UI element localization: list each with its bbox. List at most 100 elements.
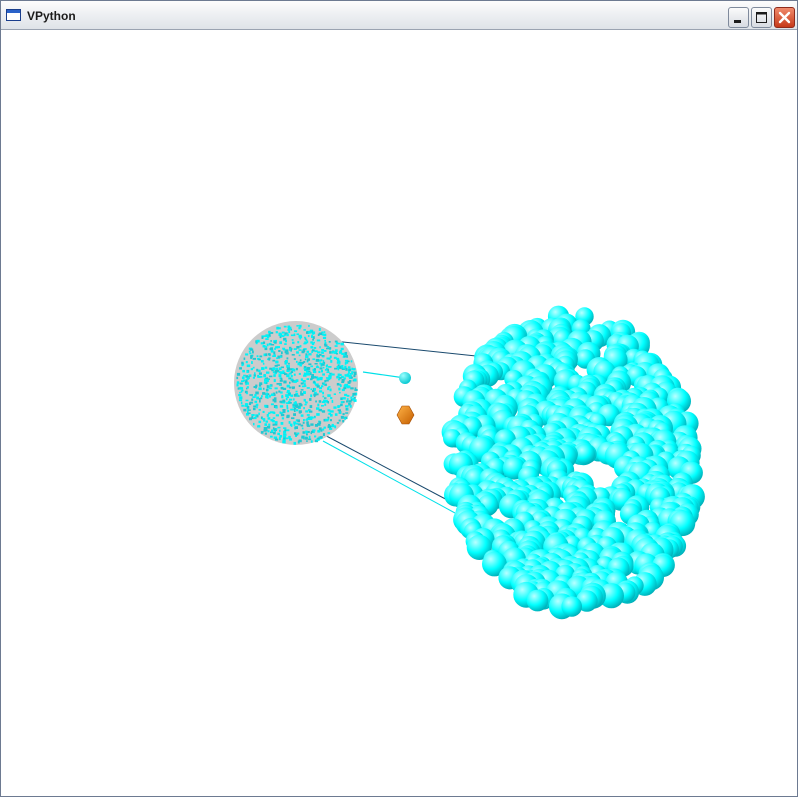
source-particle [322,433,325,436]
source-particle [295,390,298,393]
source-particle [312,358,316,361]
source-particle [268,387,272,390]
source-particle [306,378,310,380]
source-particle [282,410,286,413]
source-particle [312,370,317,374]
source-particle [241,404,244,407]
source-particle [296,325,299,327]
source-particle [286,333,289,337]
source-particle [310,394,313,398]
source-particle [256,355,259,358]
source-particle [249,352,252,355]
source-particle [274,423,278,426]
source-particle [273,436,278,439]
source-particle [269,384,272,387]
source-particle [288,330,291,334]
source-particle [329,347,332,350]
source-particle [339,384,342,387]
source-particle [266,371,270,374]
title-bar[interactable]: VPython [1,1,797,30]
source-particle [249,417,252,421]
source-particle [272,359,276,362]
source-particle [236,372,241,376]
source-particle [299,345,302,348]
source-particle [236,383,239,387]
close-button[interactable] [774,7,795,28]
source-particle [286,374,290,378]
vpython-3d-canvas[interactable] [5,31,795,794]
source-particle [260,431,264,434]
source-particle [276,346,280,349]
source-particle [237,387,240,390]
minimize-button[interactable] [728,7,749,28]
source-particle [352,398,355,401]
source-particle [297,395,300,397]
source-particle [275,360,279,364]
source-particle [328,412,331,415]
source-particle [253,405,257,408]
source-particle [318,400,322,403]
source-particle [293,409,296,412]
source-particle [339,377,342,379]
source-particle [336,352,338,355]
orange-marker [396,405,415,425]
source-particle [311,332,315,335]
source-particle [250,355,253,358]
source-particle [239,387,244,390]
source-particle [275,406,278,409]
source-particle [337,405,340,408]
source-particle [256,368,259,372]
source-particle [285,349,289,353]
source-particle [286,364,288,368]
disc-ball [561,596,582,617]
source-particle [335,342,339,345]
source-particle [353,374,356,378]
source-particle [262,410,265,413]
source-particle [288,365,290,368]
source-particle [267,430,270,433]
source-particle [331,423,334,426]
source-particle [336,376,340,379]
source-particle [268,423,271,426]
source-particle [340,342,344,346]
source-particle [326,347,330,350]
source-particle [272,427,275,430]
source-particle [302,380,306,383]
source-particle [328,386,331,388]
source-particle [248,350,251,353]
source-particle [293,421,297,424]
source-particle [310,440,313,443]
source-particle [296,351,299,354]
source-particle [303,342,307,345]
source-particle [259,382,263,385]
maximize-button[interactable] [751,7,772,28]
lower-connection-line-cyan [322,440,456,514]
source-particle [330,359,333,363]
source-particle [253,386,257,388]
source-particle [313,341,315,344]
source-particle [351,371,354,374]
source-particle [275,331,278,334]
source-particle [344,359,349,362]
source-particle [266,392,268,395]
source-particle [251,394,253,397]
source-particle [274,430,276,433]
source-particle [303,385,307,387]
source-particle [310,423,314,426]
source-particle [354,397,356,399]
source-particle [308,363,312,366]
source-particle [342,401,345,403]
source-particle [254,400,258,403]
source-particle [310,346,314,349]
source-particle [319,378,323,381]
source-particle [282,399,286,403]
source-particle [297,362,300,366]
source-particle [266,379,269,383]
source-particle [274,347,276,350]
source-particle [264,432,267,435]
source-particle [328,424,331,426]
source-particle [241,376,245,380]
source-particle [324,343,327,346]
source-particle [271,393,274,397]
source-particle [252,366,255,369]
